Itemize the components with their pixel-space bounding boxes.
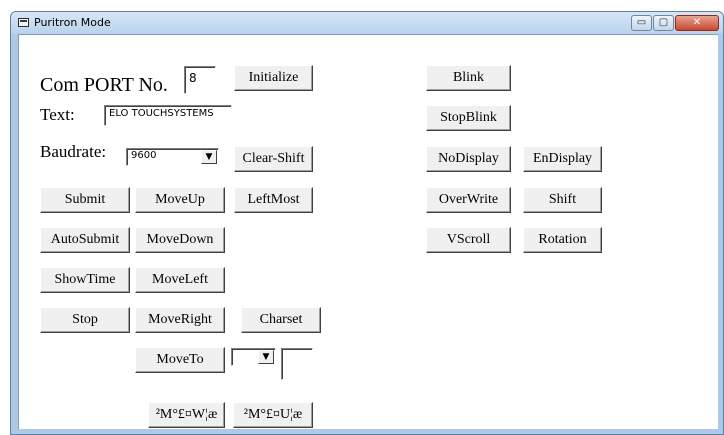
baudrate-label: Baudrate:	[40, 142, 107, 161]
clear-lower-row-button[interactable]: ²M°£¤U¦æ	[233, 402, 313, 428]
submit-button[interactable]: Submit	[40, 187, 130, 213]
moveto-select[interactable]: ▼	[231, 348, 276, 366]
chevron-down-icon[interactable]: ▼	[258, 350, 274, 364]
baudrate-select[interactable]: 9600 ▼	[126, 148, 219, 166]
text-input[interactable]: ELO TOUCHSYSTEMS	[104, 105, 232, 126]
rotation-button[interactable]: Rotation	[523, 227, 602, 253]
com-port-label: Com PORT No.	[40, 74, 168, 96]
close-button[interactable]: ✕	[675, 15, 719, 31]
moveup-button[interactable]: MoveUp	[135, 187, 225, 213]
main-window: Puritron Mode ▭ ▢ ✕ Com PORT No. 8 Text:…	[10, 11, 724, 435]
showtime-button[interactable]: ShowTime	[40, 267, 130, 293]
movedown-button[interactable]: MoveDown	[135, 227, 225, 253]
moveright-button[interactable]: MoveRight	[135, 307, 225, 333]
autosubmit-button[interactable]: AutoSubmit	[40, 227, 130, 253]
initialize-button[interactable]: Initialize	[234, 65, 313, 91]
moveleft-button[interactable]: MoveLeft	[135, 267, 225, 293]
moveto-button[interactable]: MoveTo	[135, 347, 225, 373]
client-area: Com PORT No. 8 Text: ELO TOUCHSYSTEMS Ba…	[18, 34, 718, 429]
window-title: Puritron Mode	[34, 16, 111, 29]
title-bar[interactable]: Puritron Mode ▭ ▢ ✕	[11, 12, 723, 34]
chevron-down-icon[interactable]: ▼	[201, 150, 217, 164]
vscroll-button[interactable]: VScroll	[426, 227, 511, 253]
stopblink-button[interactable]: StopBlink	[426, 105, 511, 131]
shift-button[interactable]: Shift	[523, 187, 602, 213]
charset-button[interactable]: Charset	[241, 307, 321, 333]
leftmost-button[interactable]: LeftMost	[234, 187, 313, 213]
nodisplay-button[interactable]: NoDisplay	[426, 146, 511, 172]
stop-button[interactable]: Stop	[40, 307, 130, 333]
moveto-box[interactable]	[281, 348, 313, 380]
overwrite-button[interactable]: OverWrite	[426, 187, 511, 213]
endisplay-button[interactable]: EnDisplay	[523, 146, 602, 172]
clear-upper-row-button[interactable]: ²M°£¤W¦æ	[148, 402, 225, 428]
text-label: Text:	[40, 105, 75, 124]
maximize-button[interactable]: ▢	[653, 15, 674, 31]
app-window-icon	[18, 18, 29, 27]
clear-shift-button[interactable]: Clear-Shift	[234, 146, 313, 172]
blink-button[interactable]: Blink	[426, 65, 511, 91]
com-port-field[interactable]: 8	[184, 66, 216, 94]
minimize-button[interactable]: ▭	[631, 15, 652, 31]
